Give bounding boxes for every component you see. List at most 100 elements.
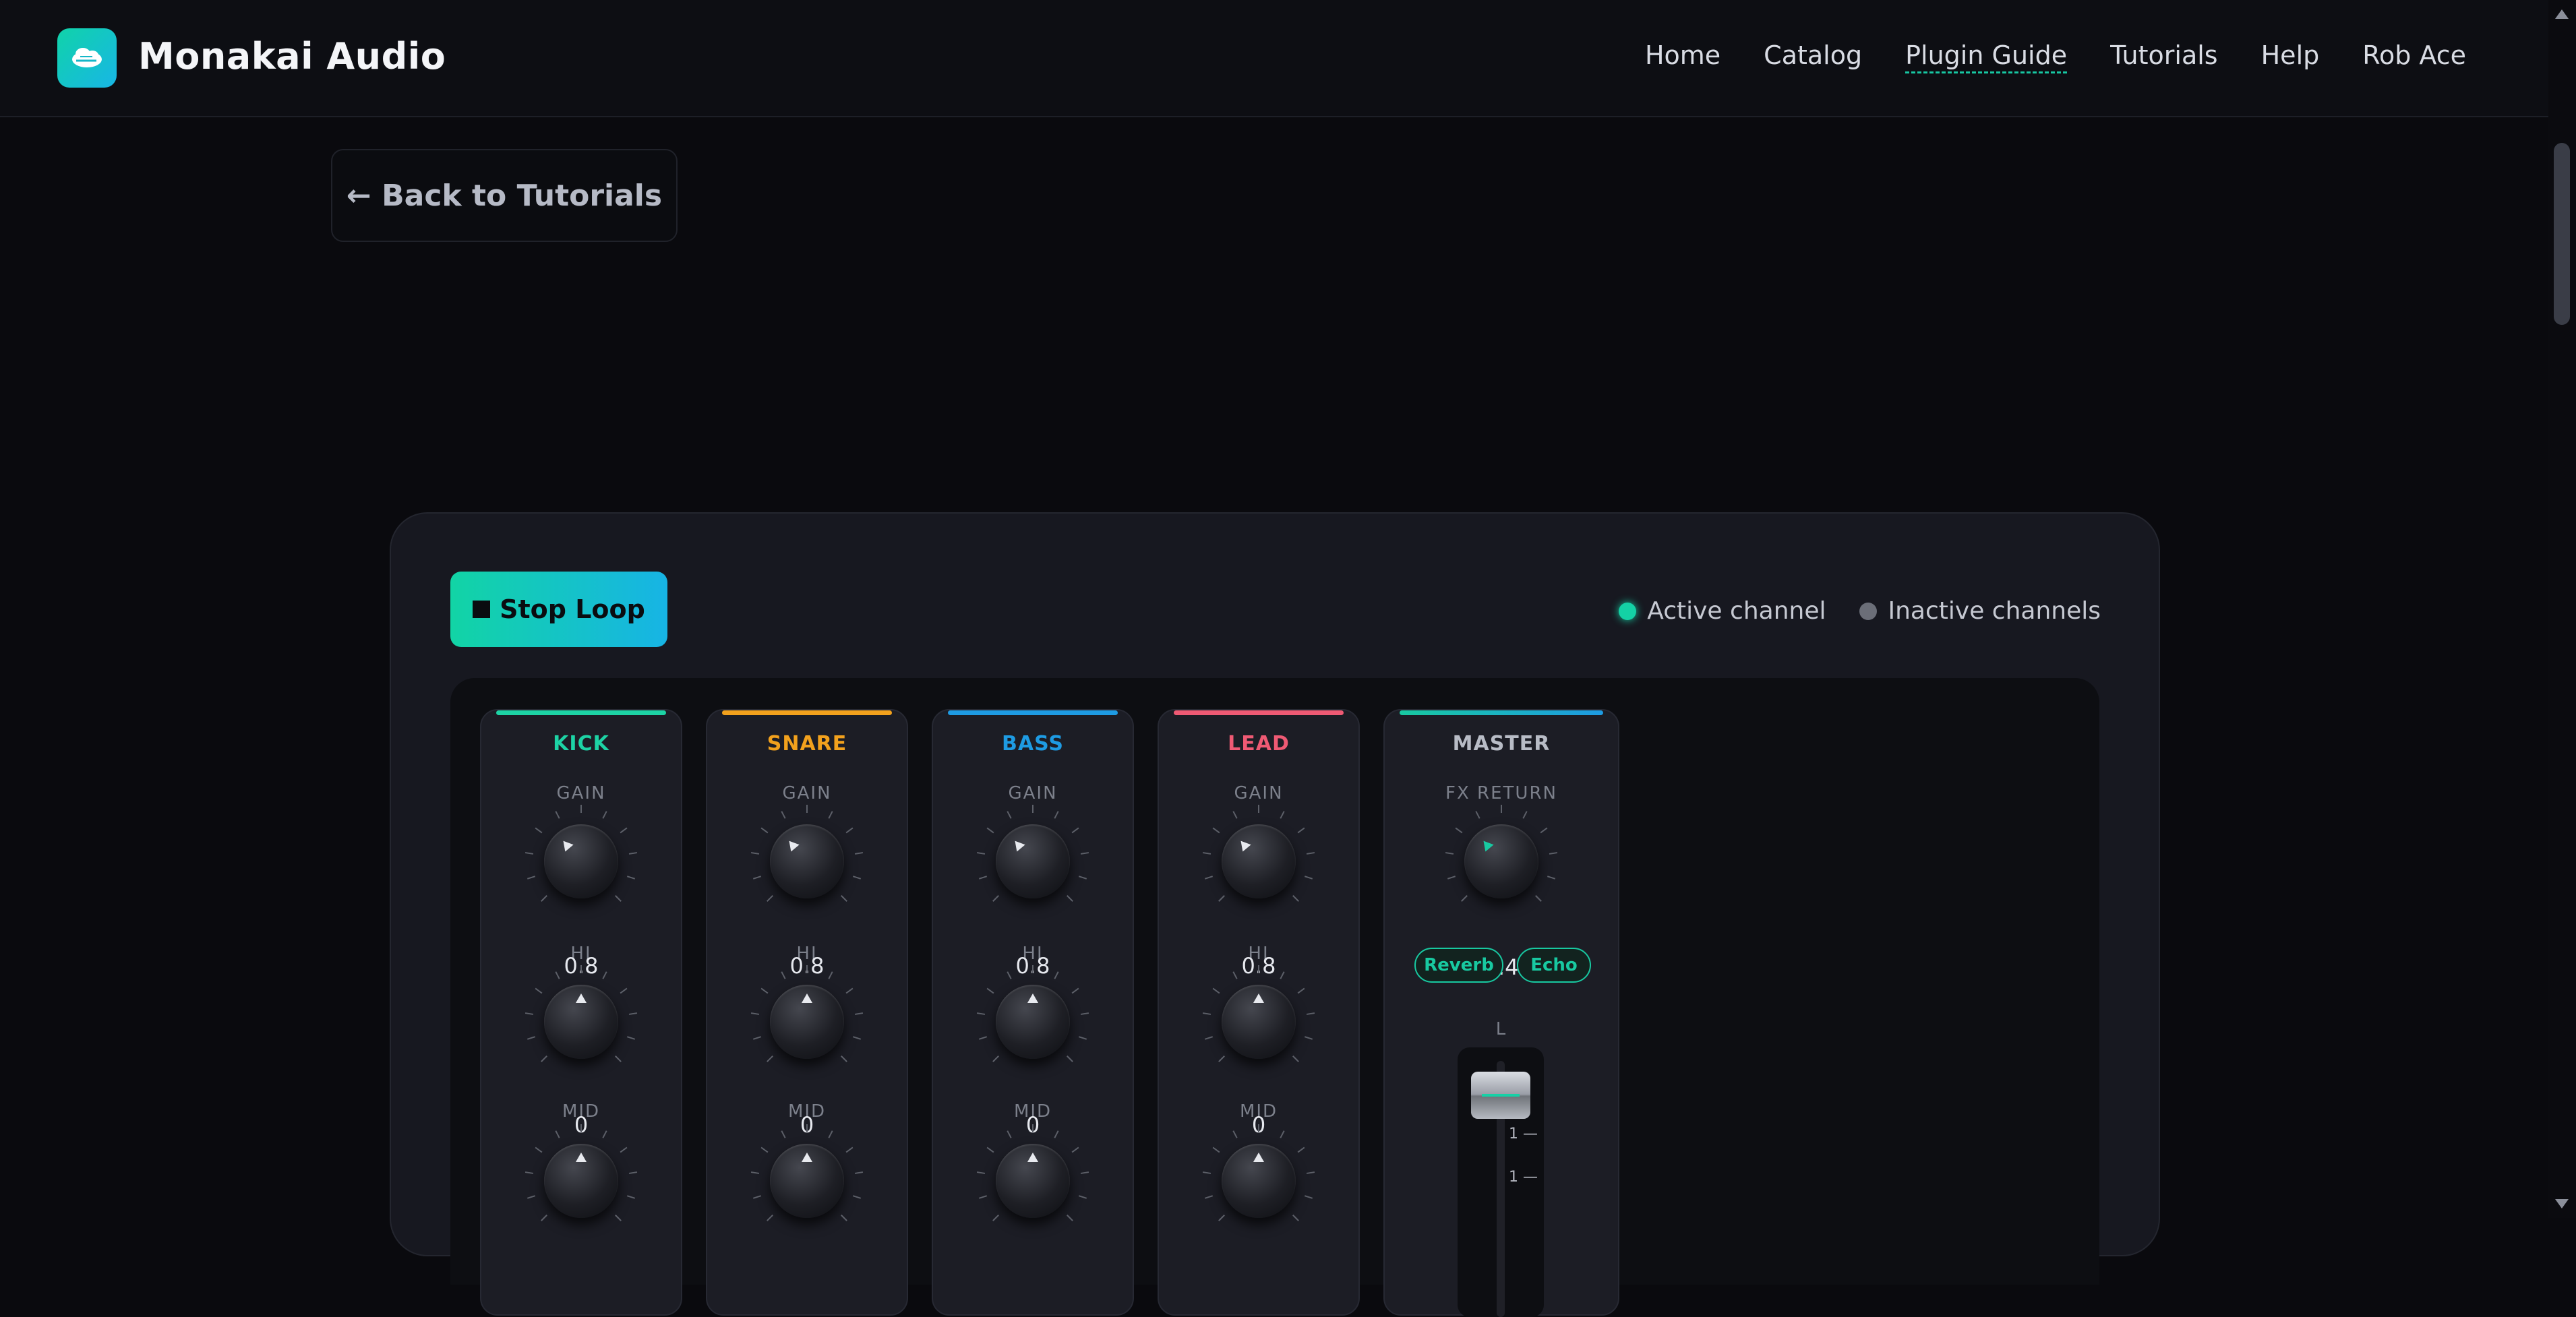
knob-tick — [615, 1215, 622, 1222]
back-to-tutorials-button[interactable]: ← Back to Tutorials — [331, 149, 678, 242]
knob-tick — [1306, 851, 1315, 855]
knob-tick — [1306, 1171, 1315, 1174]
knob-tick — [1258, 965, 1259, 973]
nav-home[interactable]: Home — [1645, 40, 1720, 73]
knob-tick — [525, 1171, 534, 1174]
hi-knob[interactable] — [520, 961, 642, 1069]
knob-tick — [1079, 1036, 1087, 1040]
hi-knob[interactable] — [1198, 961, 1319, 1069]
knob-tick — [620, 987, 628, 994]
knob-tick — [760, 1146, 769, 1153]
knob-tick — [1297, 1146, 1305, 1153]
channel-color-bar — [722, 710, 892, 715]
gain-knob[interactable] — [972, 801, 1094, 909]
knob-tick — [780, 1130, 786, 1138]
knob-tick — [1280, 1130, 1286, 1138]
channel-strip-snare: SNARE GAIN HI 0.8 MID 0 — [706, 709, 908, 1316]
knob-tick — [978, 1195, 987, 1199]
knob-tick — [978, 876, 987, 880]
mixer-console: KICK GAIN HI 0.8 MID 0 SNARE GAIN HI — [450, 678, 2099, 1317]
knob-tick — [1292, 1215, 1300, 1222]
hi-knob[interactable] — [746, 961, 868, 1069]
knob-tick — [1460, 895, 1468, 902]
channel-strip-bass: BASS GAIN HI 0.8 MID 0 — [932, 709, 1134, 1316]
stop-loop-button[interactable]: Stop Loop — [450, 572, 667, 647]
knob-tick — [780, 810, 786, 819]
fader-scale-mark: 1 — — [1509, 1126, 1538, 1142]
knob-tick — [1080, 1171, 1089, 1174]
knob-tick — [627, 876, 636, 880]
hi-knob[interactable] — [972, 961, 1094, 1069]
knob-tick — [828, 1130, 834, 1138]
knob-tick — [841, 1055, 848, 1063]
knob-tick — [1547, 876, 1556, 880]
knob-tick — [580, 965, 582, 973]
gain-knob[interactable] — [1198, 801, 1319, 909]
fx-return-knob[interactable] — [1441, 801, 1562, 909]
knob-tick — [766, 895, 773, 902]
brand-logo[interactable] — [57, 28, 117, 88]
knob-tick — [1549, 851, 1558, 855]
knob-tick — [1535, 895, 1542, 902]
knob-tick — [1071, 987, 1079, 994]
scroll-down-arrow-icon[interactable] — [2555, 1199, 2569, 1208]
inactive-dot-icon — [1859, 602, 1878, 620]
gain-knob[interactable] — [746, 801, 868, 909]
knob-tick — [992, 1055, 999, 1063]
nav-help[interactable]: Help — [2261, 40, 2320, 73]
fader-scale-mark: 1 — — [1509, 1169, 1538, 1186]
knob-tick — [615, 1055, 622, 1063]
knob-tick — [1522, 810, 1528, 819]
reverb-toggle[interactable]: Reverb — [1414, 948, 1503, 983]
knob-tick — [752, 1195, 761, 1199]
knob-tick — [806, 1124, 808, 1132]
mixer-panel: Stop Loop Active channel Inactive channe… — [390, 512, 2160, 1317]
legend-inactive-label: Inactive channels — [1888, 597, 2101, 625]
knob-tick — [1067, 895, 1074, 902]
knob-tick — [853, 1036, 862, 1040]
knob-tick — [806, 805, 808, 813]
nav-tutorials[interactable]: Tutorials — [2110, 40, 2218, 73]
mid-knob[interactable] — [520, 1120, 642, 1228]
knob-tick — [976, 1171, 986, 1174]
knob-tick — [1204, 1195, 1213, 1199]
scroll-up-arrow-icon[interactable] — [2555, 9, 2569, 19]
knob-tick — [978, 1036, 987, 1040]
vertical-scrollbar[interactable] — [2548, 0, 2576, 1218]
knob-tick — [1232, 1130, 1238, 1138]
mid-knob[interactable] — [746, 1120, 868, 1228]
brand-name[interactable]: Monakai Audio — [138, 35, 446, 78]
knob-tick — [1067, 1215, 1074, 1222]
echo-toggle[interactable]: Echo — [1517, 948, 1591, 983]
knob-tick — [540, 1055, 547, 1063]
channel-strip-master: MASTER FX RETURN 0.4 Reverb Echo L 1 — 1… — [1383, 709, 1619, 1317]
knob-tick — [627, 1195, 636, 1199]
knob-tick — [780, 971, 786, 979]
knob-tick — [627, 1036, 636, 1040]
channel-name: LEAD — [1228, 732, 1290, 756]
knob-tick — [580, 805, 582, 813]
scrollbar-thumb[interactable] — [2554, 143, 2570, 325]
knob-tick — [1080, 851, 1089, 855]
nav-catalog[interactable]: Catalog — [1764, 40, 1862, 73]
gain-knob[interactable] — [520, 801, 642, 909]
knob-tick — [1054, 1130, 1060, 1138]
knob-tick — [1067, 1055, 1074, 1063]
fader-channel-label: L — [1495, 1019, 1507, 1039]
nav-user-account[interactable]: Rob Ace — [2362, 40, 2466, 73]
knob-tick — [1080, 1012, 1089, 1015]
knob-tick — [1079, 1195, 1087, 1199]
nav-plugin-guide[interactable]: Plugin Guide — [1905, 40, 2068, 73]
knob-tick — [525, 1012, 534, 1015]
fader-handle[interactable] — [1471, 1072, 1530, 1119]
knob-tick — [540, 895, 547, 902]
knob-tick — [853, 876, 862, 880]
channel-name: BASS — [1002, 732, 1064, 756]
knob-tick — [750, 1171, 760, 1174]
mid-knob[interactable] — [1198, 1120, 1319, 1228]
mid-knob[interactable] — [972, 1120, 1094, 1228]
channel-name: SNARE — [767, 732, 847, 756]
knob-tick — [1501, 805, 1502, 813]
master-fader[interactable]: 1 — 1 — — [1458, 1047, 1544, 1317]
knob-tick — [1202, 1012, 1211, 1015]
